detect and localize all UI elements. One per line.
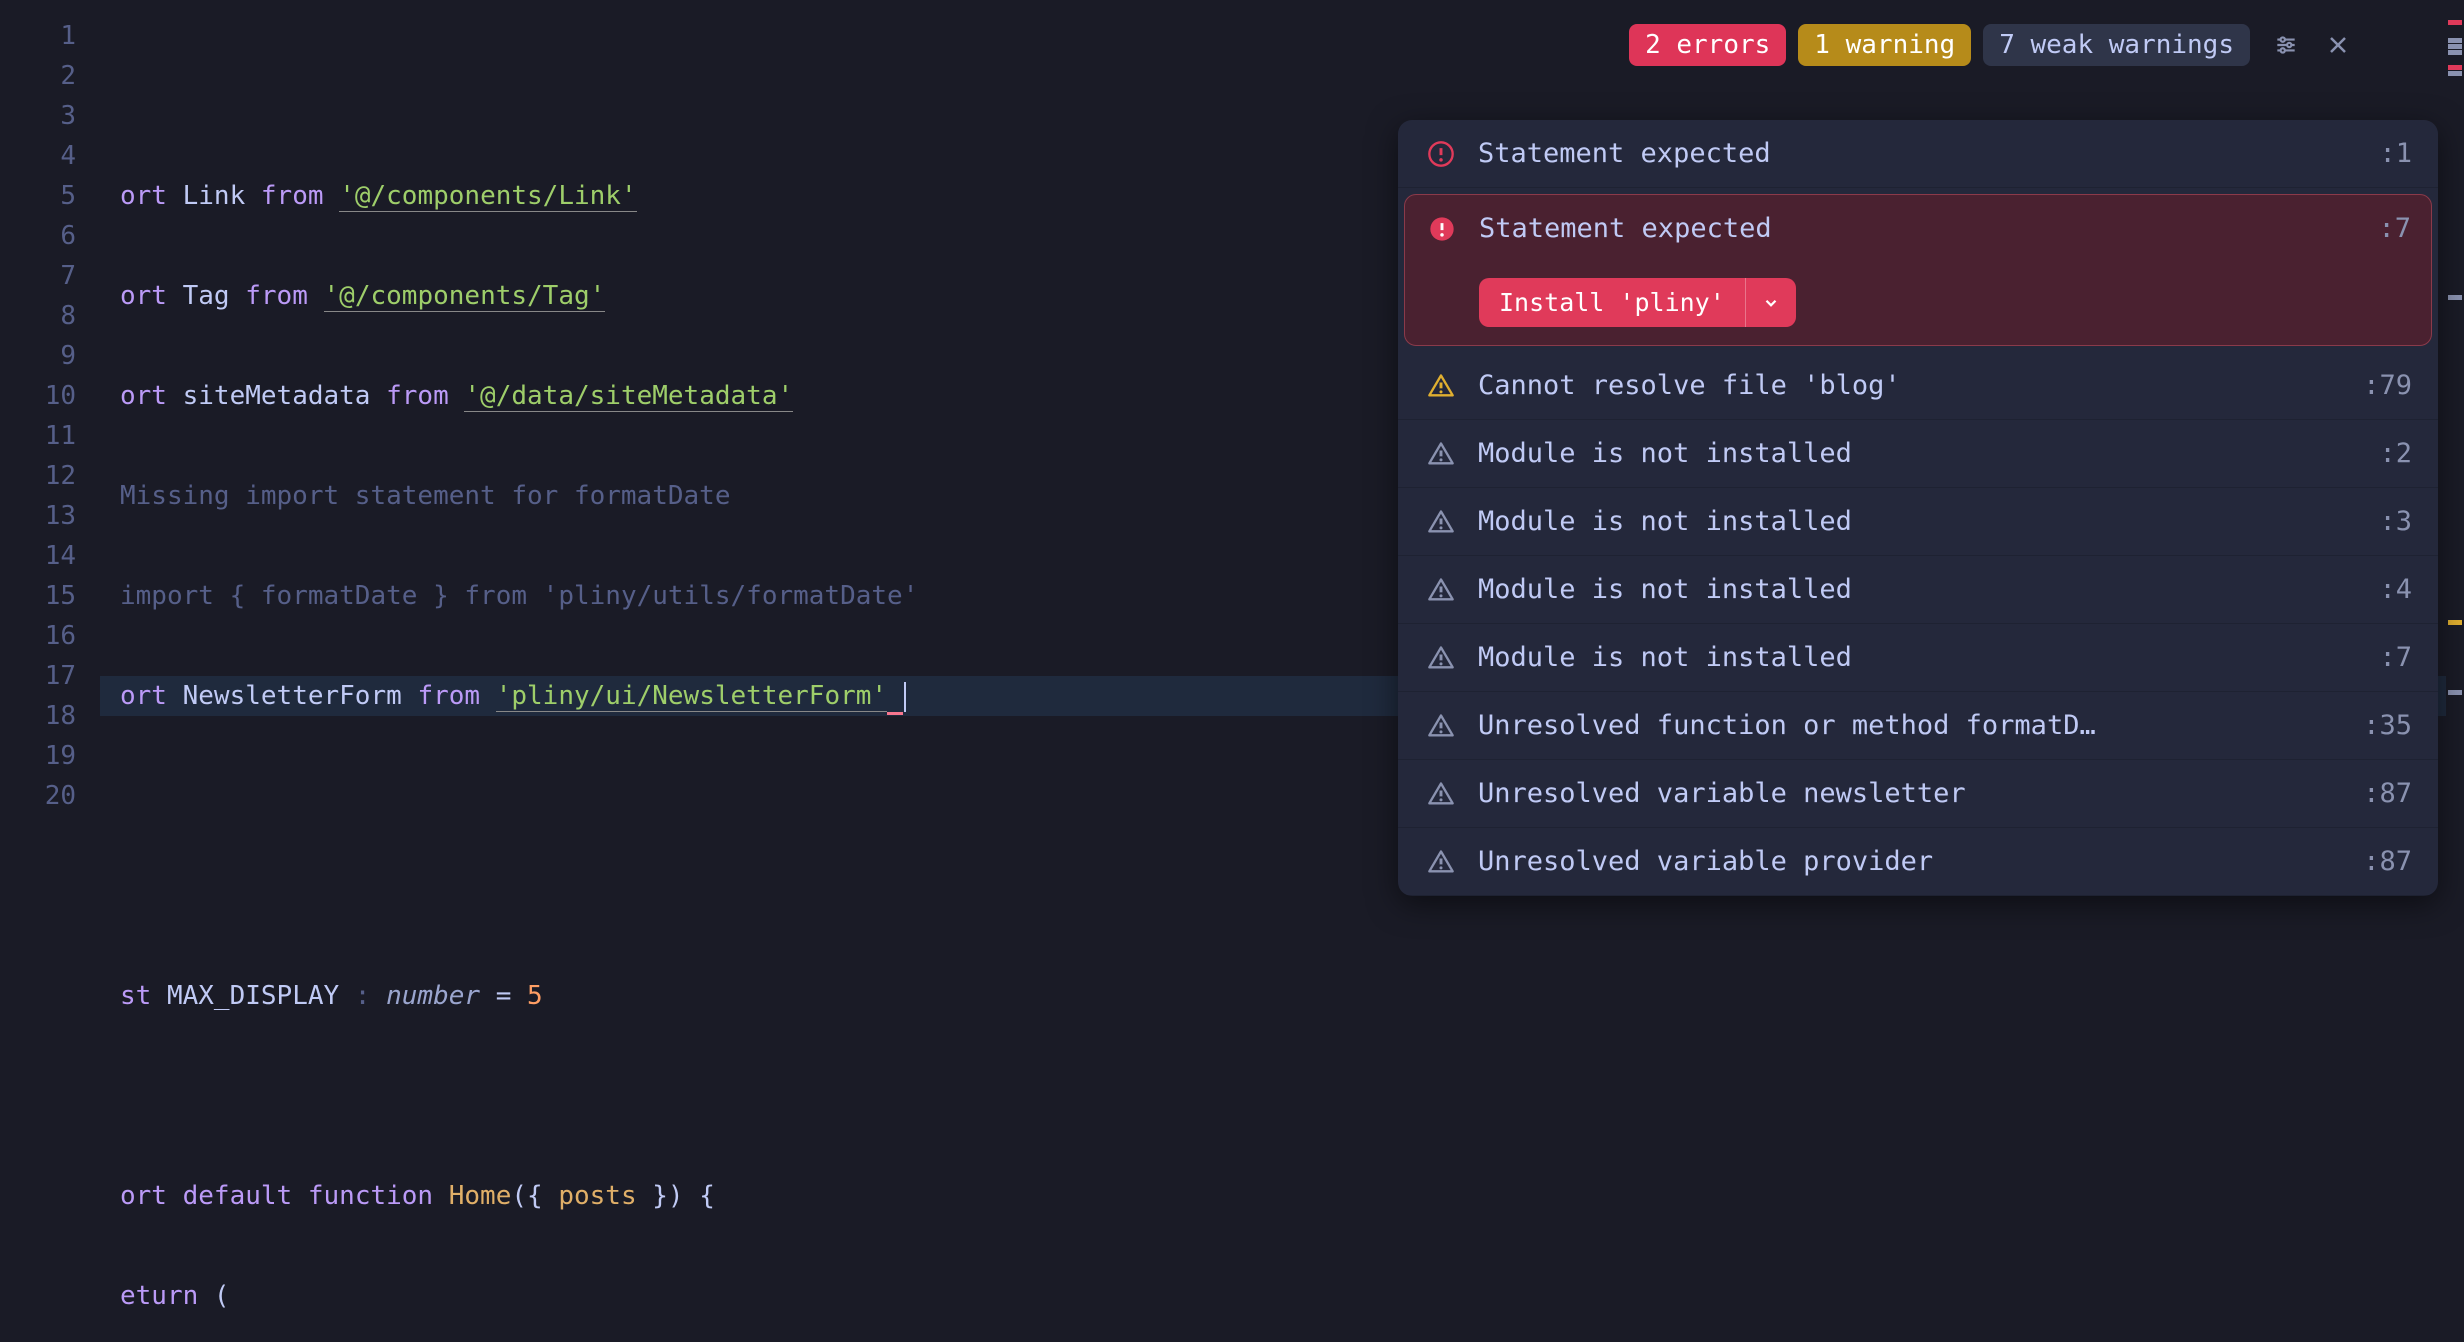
- line-number: 6: [0, 216, 76, 256]
- line-number: 18: [0, 696, 76, 736]
- problem-text: Module is not installed: [1478, 506, 2359, 537]
- problem-line: :87: [2363, 846, 2412, 877]
- weak-warning-icon: [1424, 508, 1458, 536]
- problems-panel: Statement expected :1 Statement expected…: [1398, 120, 2438, 896]
- weak-warnings-badge[interactable]: 7 weak warnings: [1983, 24, 2250, 66]
- weak-warning-icon: [1424, 440, 1458, 468]
- problem-line: :87: [2363, 778, 2412, 809]
- problem-item[interactable]: Module is not installed :7: [1398, 624, 2438, 692]
- warnings-badge[interactable]: 1 warning: [1798, 24, 1971, 66]
- problem-item[interactable]: Cannot resolve file 'blog' :79: [1398, 352, 2438, 420]
- problem-item[interactable]: Module is not installed :3: [1398, 488, 2438, 556]
- code-line: [100, 76, 2464, 116]
- scrollbar-marks[interactable]: [2446, 0, 2464, 1342]
- code-line: [100, 1076, 2464, 1116]
- problem-item[interactable]: Unresolved function or method formatD… :…: [1398, 692, 2438, 760]
- close-icon[interactable]: [2322, 29, 2354, 61]
- scroll-mark: [2448, 44, 2462, 49]
- problem-line: :7: [2379, 642, 2412, 673]
- problem-line: :7: [2378, 213, 2411, 244]
- problem-text: Statement expected: [1479, 213, 2358, 244]
- line-number: 17: [0, 656, 76, 696]
- line-number: 9: [0, 336, 76, 376]
- scroll-mark: [2448, 50, 2462, 55]
- line-number: 3: [0, 96, 76, 136]
- line-number: 11: [0, 416, 76, 456]
- line-number: 5: [0, 176, 76, 216]
- errors-badge[interactable]: 2 errors: [1629, 24, 1786, 66]
- line-number: 16: [0, 616, 76, 656]
- code-line: ort default function Home({ posts }) {: [100, 1176, 2464, 1216]
- settings-icon[interactable]: [2270, 29, 2302, 61]
- line-number: 4: [0, 136, 76, 176]
- problem-line: :4: [2379, 574, 2412, 605]
- cursor: [904, 682, 906, 712]
- problem-text: Module is not installed: [1478, 574, 2359, 605]
- quick-fix-button: Install 'pliny': [1479, 278, 1796, 327]
- line-number: 1: [0, 16, 76, 56]
- problem-line: :3: [2379, 506, 2412, 537]
- line-number: 13: [0, 496, 76, 536]
- line-number: 7: [0, 256, 76, 296]
- problem-line: :79: [2363, 370, 2412, 401]
- code-line: st MAX_DISPLAY : number = 5: [100, 976, 2464, 1016]
- line-number: 12: [0, 456, 76, 496]
- problem-line: :2: [2379, 438, 2412, 469]
- scroll-mark: [2448, 71, 2462, 76]
- inspection-badges: 2 errors 1 warning 7 weak warnings: [1629, 24, 2354, 66]
- quick-fix-label[interactable]: Install 'pliny': [1479, 278, 1745, 327]
- scroll-mark: [2448, 65, 2462, 70]
- weak-warning-icon: [1424, 712, 1458, 740]
- gutter: 1 2 3 4 5 6 7 8 9 10 11 12 13 14 15 16 1…: [0, 0, 100, 1342]
- line-number: 20: [0, 776, 76, 816]
- problem-item-selected[interactable]: Statement expected :7 Install 'pliny': [1404, 194, 2432, 346]
- problem-item[interactable]: Statement expected :1: [1398, 120, 2438, 188]
- chevron-down-icon[interactable]: [1745, 278, 1796, 327]
- scroll-mark: [2448, 295, 2462, 300]
- scroll-mark: [2448, 20, 2462, 25]
- problem-action: Install 'pliny': [1479, 278, 2411, 327]
- weak-warning-icon: [1424, 780, 1458, 808]
- problem-text: Module is not installed: [1478, 642, 2359, 673]
- problem-line: :1: [2379, 138, 2412, 169]
- problem-text: Unresolved variable newsletter: [1478, 778, 2343, 809]
- problem-item[interactable]: Module is not installed :4: [1398, 556, 2438, 624]
- problem-text: Unresolved function or method formatD…: [1478, 710, 2343, 741]
- error-icon: [1424, 140, 1458, 168]
- problem-item[interactable]: Unresolved variable newsletter :87: [1398, 760, 2438, 828]
- error-icon: [1425, 215, 1459, 243]
- problem-text: Unresolved variable provider: [1478, 846, 2343, 877]
- problem-text: Cannot resolve file 'blog': [1478, 370, 2343, 401]
- line-number: 8: [0, 296, 76, 336]
- line-number: 14: [0, 536, 76, 576]
- line-number: 15: [0, 576, 76, 616]
- problem-item[interactable]: Unresolved variable provider :87: [1398, 828, 2438, 896]
- line-number: 2: [0, 56, 76, 96]
- code-line: eturn (: [100, 1276, 2464, 1316]
- scroll-mark: [2448, 690, 2462, 695]
- line-number: 10: [0, 376, 76, 416]
- problem-line: :35: [2363, 710, 2412, 741]
- weak-warning-icon: [1424, 576, 1458, 604]
- weak-warning-icon: [1424, 848, 1458, 876]
- line-number: 19: [0, 736, 76, 776]
- scroll-mark: [2448, 38, 2462, 43]
- warning-icon: [1424, 372, 1458, 400]
- problem-text: Statement expected: [1478, 138, 2359, 169]
- scroll-mark: [2448, 620, 2462, 625]
- problem-item[interactable]: Module is not installed :2: [1398, 420, 2438, 488]
- weak-warning-icon: [1424, 644, 1458, 672]
- problem-text: Module is not installed: [1478, 438, 2359, 469]
